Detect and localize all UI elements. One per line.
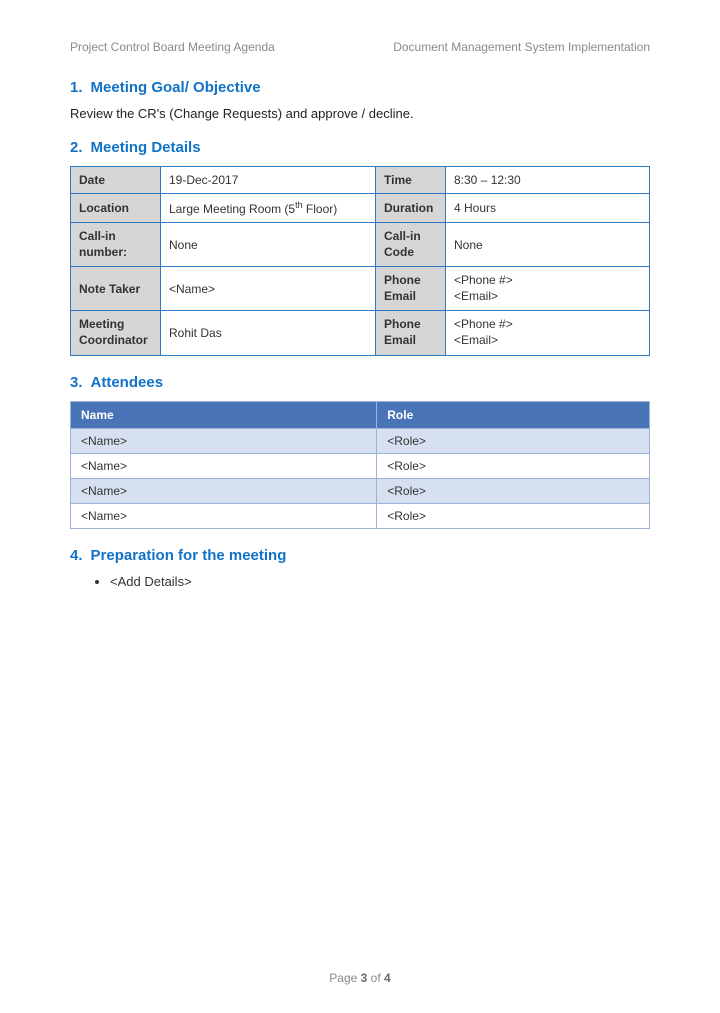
label-time: Time — [376, 167, 446, 194]
table-row: <Name> <Role> — [71, 453, 650, 478]
section-1-number: 1. — [70, 79, 83, 96]
table-row: Date 19-Dec-2017 Time 8:30 – 12:30 — [71, 167, 650, 194]
attendee-role: <Role> — [377, 478, 650, 503]
section-2-heading: 2. Meeting Details — [70, 139, 650, 156]
label-duration: Duration — [376, 194, 446, 223]
value-phoneemail-2: <Phone #> <Email> — [446, 311, 650, 355]
value-coordinator: Rohit Das — [161, 311, 376, 355]
section-3-heading: 3. Attendees — [70, 374, 650, 391]
attendee-role: <Role> — [377, 453, 650, 478]
attendee-role: <Role> — [377, 428, 650, 453]
label-callcode: Call-in Code — [376, 223, 446, 267]
value-phoneemail-1: <Phone #> <Email> — [446, 267, 650, 311]
list-item: <Add Details> — [110, 574, 650, 589]
label-callin: Call-in number: — [71, 223, 161, 267]
table-row: Note Taker <Name> Phone Email <Phone #> … — [71, 267, 650, 311]
preparation-list: <Add Details> — [110, 574, 650, 589]
header-left: Project Control Board Meeting Agenda — [70, 40, 275, 54]
section-3-title: Attendees — [91, 374, 164, 391]
attendee-name: <Name> — [71, 428, 377, 453]
section-3-number: 3. — [70, 374, 83, 391]
value-callin: None — [161, 223, 376, 267]
value-notetaker: <Name> — [161, 267, 376, 311]
section-1-title: Meeting Goal/ Objective — [91, 79, 261, 96]
label-location: Location — [71, 194, 161, 223]
table-row: <Name> <Role> — [71, 503, 650, 528]
header-right: Document Management System Implementatio… — [393, 40, 650, 54]
attendee-role: <Role> — [377, 503, 650, 528]
value-date: 19-Dec-2017 — [161, 167, 376, 194]
label-notetaker: Note Taker — [71, 267, 161, 311]
label-phoneemail-1: Phone Email — [376, 267, 446, 311]
section-4-title: Preparation for the meeting — [91, 547, 287, 564]
page-footer: Page 3 of 4 — [0, 971, 720, 985]
attendees-header-name: Name — [71, 401, 377, 428]
table-row: Location Large Meeting Room (5th Floor) … — [71, 194, 650, 223]
table-row: Meeting Coordinator Rohit Das Phone Emai… — [71, 311, 650, 355]
section-1-heading: 1. Meeting Goal/ Objective — [70, 79, 650, 96]
label-date: Date — [71, 167, 161, 194]
section-2-title: Meeting Details — [91, 139, 201, 156]
attendee-name: <Name> — [71, 503, 377, 528]
attendee-name: <Name> — [71, 478, 377, 503]
objective-text: Review the CR's (Change Requests) and ap… — [70, 106, 650, 121]
value-location: Large Meeting Room (5th Floor) — [161, 194, 376, 223]
attendees-table: Name Role <Name> <Role> <Name> <Role> <N… — [70, 401, 650, 529]
table-header-row: Name Role — [71, 401, 650, 428]
table-row: <Name> <Role> — [71, 478, 650, 503]
value-time: 8:30 – 12:30 — [446, 167, 650, 194]
value-duration: 4 Hours — [446, 194, 650, 223]
table-row: <Name> <Role> — [71, 428, 650, 453]
label-phoneemail-2: Phone Email — [376, 311, 446, 355]
label-coordinator: Meeting Coordinator — [71, 311, 161, 355]
value-callcode: None — [446, 223, 650, 267]
meeting-details-table: Date 19-Dec-2017 Time 8:30 – 12:30 Locat… — [70, 166, 650, 356]
table-row: Call-in number: None Call-in Code None — [71, 223, 650, 267]
section-2-number: 2. — [70, 139, 83, 156]
attendee-name: <Name> — [71, 453, 377, 478]
section-4-heading: 4. Preparation for the meeting — [70, 547, 650, 564]
attendees-header-role: Role — [377, 401, 650, 428]
section-4-number: 4. — [70, 547, 83, 564]
page-header: Project Control Board Meeting Agenda Doc… — [70, 40, 650, 54]
